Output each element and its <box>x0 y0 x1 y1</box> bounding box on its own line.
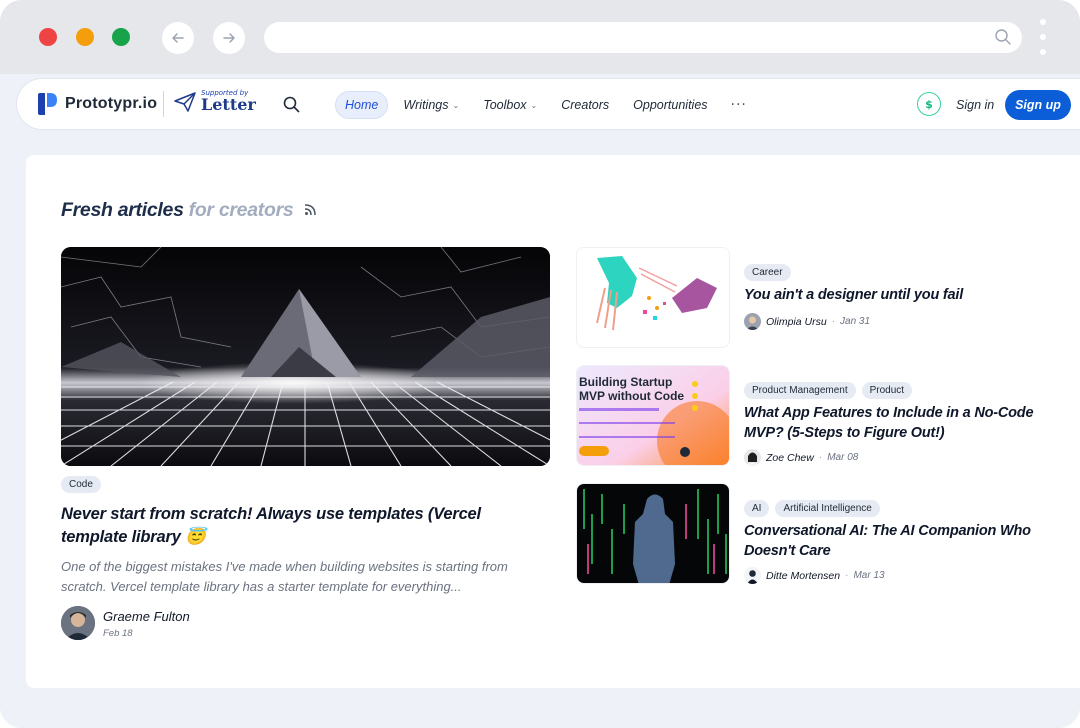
meta-separator: · <box>818 452 823 463</box>
article-meta: Ditte Mortensen · Mar 13 <box>744 567 885 584</box>
article-title[interactable]: What App Features to Include in a No-Cod… <box>744 403 1034 443</box>
prototypr-logo-icon <box>38 93 57 115</box>
article-tag[interactable]: Product Management <box>744 382 856 399</box>
section-title-sub: for creators <box>188 199 294 221</box>
article-date: Mar 13 <box>853 570 885 581</box>
featured-article-description: One of the biggest mistakes I've made wh… <box>61 559 508 594</box>
article-tag[interactable]: Career <box>744 264 791 281</box>
article-thumbnail[interactable] <box>576 247 730 348</box>
sign-up-button[interactable]: Sign up <box>1005 90 1071 120</box>
more-menu-icon[interactable]: ··· <box>723 97 755 113</box>
dollar-icon[interactable]: $ <box>917 92 941 116</box>
sponsor-name: Letter <box>201 95 256 114</box>
article-tag[interactable]: Product <box>861 382 913 399</box>
site-logo[interactable]: Prototypr.io <box>35 91 157 117</box>
synthwave-mountain-image <box>61 247 550 466</box>
article-tag[interactable]: Artificial Intelligence <box>775 500 880 517</box>
article-thumbnail[interactable] <box>576 483 730 584</box>
article-author[interactable]: Zoe Chew <box>766 452 814 464</box>
article-title[interactable]: Conversational AI: The AI Companion Who … <box>744 521 1034 561</box>
article-title[interactable]: You ain't a designer until you fail <box>744 285 1034 305</box>
article-author[interactable]: Ditte Mortensen <box>766 570 840 582</box>
forward-button[interactable] <box>213 22 245 54</box>
search-icon[interactable] <box>283 96 300 113</box>
nav-home-label: Home <box>345 98 379 112</box>
list-item[interactable]: AI Artificial Intelligence Conversationa… <box>576 483 1076 585</box>
nav-creators[interactable]: Creators <box>552 92 618 118</box>
main-nav: Home Writings ⌄ Toolbox ⌄ Creators Opportu… <box>335 91 755 119</box>
chevron-down-icon: ⌄ <box>530 100 538 110</box>
section-title-main: Fresh articles <box>61 199 184 221</box>
browser-window: Prototypr.io Supported by Letter Home Wr… <box>0 0 1080 728</box>
article-author[interactable]: Olimpia Ursu <box>766 316 827 328</box>
site-header: Prototypr.io Supported by Letter Home Wr… <box>16 78 1080 130</box>
header-divider <box>163 91 164 117</box>
nav-writings-label: Writings <box>403 98 449 112</box>
list-item[interactable]: Building Startup MVP without Code Produc… <box>576 365 1076 467</box>
article-date: Mar 08 <box>827 452 859 463</box>
meta-separator: · <box>845 570 849 581</box>
browser-menu-icon[interactable] <box>1039 19 1047 55</box>
featured-article-image[interactable] <box>61 247 550 466</box>
sign-in-link[interactable]: Sign in <box>956 98 994 112</box>
address-bar[interactable] <box>264 22 1022 53</box>
nav-toolbox[interactable]: Toolbox ⌄ <box>474 92 546 118</box>
articles-card: Fresh articles for creators Code Never s… <box>26 155 1080 688</box>
browser-chrome <box>0 0 1080 74</box>
featured-article-tag[interactable]: Code <box>61 476 101 493</box>
article-meta: Olimpia Ursu · Jan 31 <box>744 313 870 330</box>
nav-opportunities-label: Opportunities <box>633 98 708 112</box>
arrow-right-icon <box>223 33 235 43</box>
thumbnail-text-1: Building Startup <box>579 375 672 389</box>
section-title: Fresh articles for creators <box>61 199 317 222</box>
paper-plane-icon <box>174 91 196 112</box>
sponsor-letter[interactable]: Supported by Letter <box>173 90 256 113</box>
maximize-window-button[interactable] <box>112 28 130 46</box>
list-item[interactable]: Career You ain't a designer until you fa… <box>576 247 1076 349</box>
nav-opportunities[interactable]: Opportunities <box>624 92 716 118</box>
article-meta: Zoe Chew · Mar 08 <box>744 449 858 466</box>
meta-separator: · <box>831 316 836 327</box>
close-window-button[interactable] <box>39 28 57 46</box>
nav-creators-label: Creators <box>561 98 610 112</box>
featured-article-author[interactable]: Graeme Fulton <box>103 609 190 624</box>
back-button[interactable] <box>162 22 194 54</box>
thumbnail-text-2: MVP without Code <box>579 389 684 403</box>
chevron-down-icon: ⌄ <box>452 100 460 110</box>
article-date: Jan 31 <box>840 316 871 327</box>
search-icon[interactable] <box>994 28 1012 46</box>
avatar[interactable] <box>744 449 761 466</box>
nav-writings[interactable]: Writings ⌄ <box>394 92 468 118</box>
site-logo-text: Prototypr.io <box>65 95 158 112</box>
avatar[interactable] <box>744 567 761 584</box>
page-viewport: Prototypr.io Supported by Letter Home Wr… <box>0 74 1080 728</box>
rss-icon[interactable] <box>304 203 317 216</box>
nav-home[interactable]: Home <box>335 91 389 119</box>
minimize-window-button[interactable] <box>76 28 94 46</box>
featured-article-title[interactable]: Never start from scratch! Always use tem… <box>61 503 541 549</box>
article-thumbnail[interactable]: Building Startup MVP without Code <box>576 365 730 466</box>
nav-toolbox-label: Toolbox <box>483 98 527 112</box>
article-tag[interactable]: AI <box>744 500 770 517</box>
featured-article-date: Feb 18 <box>103 628 133 639</box>
avatar[interactable] <box>61 606 95 640</box>
arrow-left-icon <box>172 33 184 43</box>
avatar[interactable] <box>744 313 761 330</box>
